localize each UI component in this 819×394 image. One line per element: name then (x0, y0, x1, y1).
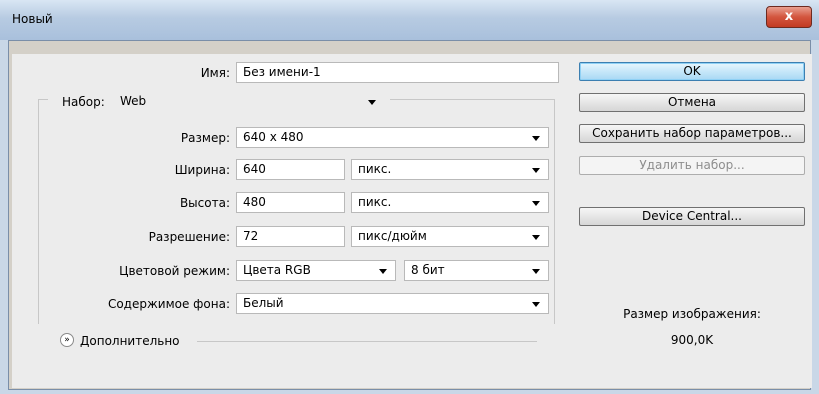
cancel-button[interactable]: Отмена (579, 93, 805, 112)
chevron-down-icon (379, 269, 387, 274)
width-unit-value: пикс. (358, 162, 392, 176)
advanced-divider (197, 341, 537, 342)
size-value: 640 x 480 (243, 130, 304, 144)
ok-button[interactable]: OK (579, 62, 805, 81)
group-border-right (554, 99, 555, 324)
chevron-down-icon (532, 235, 540, 240)
preset-value: Web (120, 94, 147, 108)
group-border-top-left (38, 99, 48, 100)
window-title: Новый (12, 12, 53, 26)
image-size-label: Размер изображения: (623, 307, 761, 321)
color-mode-value: Цвета RGB (243, 263, 311, 277)
color-mode-label: Цветовой режим: (119, 264, 230, 278)
height-label: Высота: (179, 196, 230, 210)
advanced-label[interactable]: Дополнительно (80, 334, 180, 348)
delete-preset-button[interactable]: Удалить набор... (579, 156, 805, 175)
resolution-label: Разрешение: (148, 230, 230, 244)
width-field[interactable]: 640 (236, 159, 345, 180)
background-value: Белый (243, 296, 284, 310)
background-dropdown[interactable]: Белый (236, 293, 549, 314)
save-preset-button[interactable]: Сохранить набор параметров... (579, 124, 805, 143)
group-border-top-right (390, 99, 555, 100)
expand-advanced-icon[interactable]: » (60, 333, 74, 347)
color-mode-dropdown[interactable]: Цвета RGB (236, 260, 396, 281)
new-document-dialog: Новый x Имя: Без имени-1 Набор: Web Разм… (0, 0, 819, 394)
group-border-left (38, 99, 39, 324)
close-button[interactable]: x (766, 6, 812, 28)
height-unit-value: пикс. (358, 195, 392, 209)
resolution-unit-dropdown[interactable]: пикс/дюйм (351, 226, 549, 247)
chevron-down-icon (532, 269, 540, 274)
chevron-down-icon (532, 201, 540, 206)
name-label: Имя: (200, 66, 230, 80)
preset-label: Набор: (60, 95, 112, 109)
preset-dropdown[interactable]: Web (114, 92, 386, 113)
device-central-button[interactable]: Device Central... (579, 207, 805, 226)
image-size-value: 900,0K (670, 333, 714, 347)
height-field[interactable]: 480 (236, 192, 345, 213)
chevron-down-icon (532, 168, 540, 173)
size-label: Размер: (180, 131, 230, 145)
title-bar: Новый x (0, 0, 819, 40)
chevron-down-icon (532, 136, 540, 141)
size-dropdown[interactable]: 640 x 480 (236, 127, 549, 148)
chevron-down-icon (532, 302, 540, 307)
background-label: Содержимое фона: (107, 297, 230, 311)
name-field[interactable]: Без имени-1 (236, 62, 559, 83)
width-unit-dropdown[interactable]: пикс. (351, 159, 549, 180)
resolution-unit-value: пикс/дюйм (358, 229, 427, 243)
chevron-down-icon (368, 100, 376, 105)
resolution-field[interactable]: 72 (236, 226, 345, 247)
bit-depth-value: 8 бит (411, 263, 445, 277)
bit-depth-dropdown[interactable]: 8 бит (404, 260, 549, 281)
width-label: Ширина: (174, 163, 230, 177)
height-unit-dropdown[interactable]: пикс. (351, 192, 549, 213)
